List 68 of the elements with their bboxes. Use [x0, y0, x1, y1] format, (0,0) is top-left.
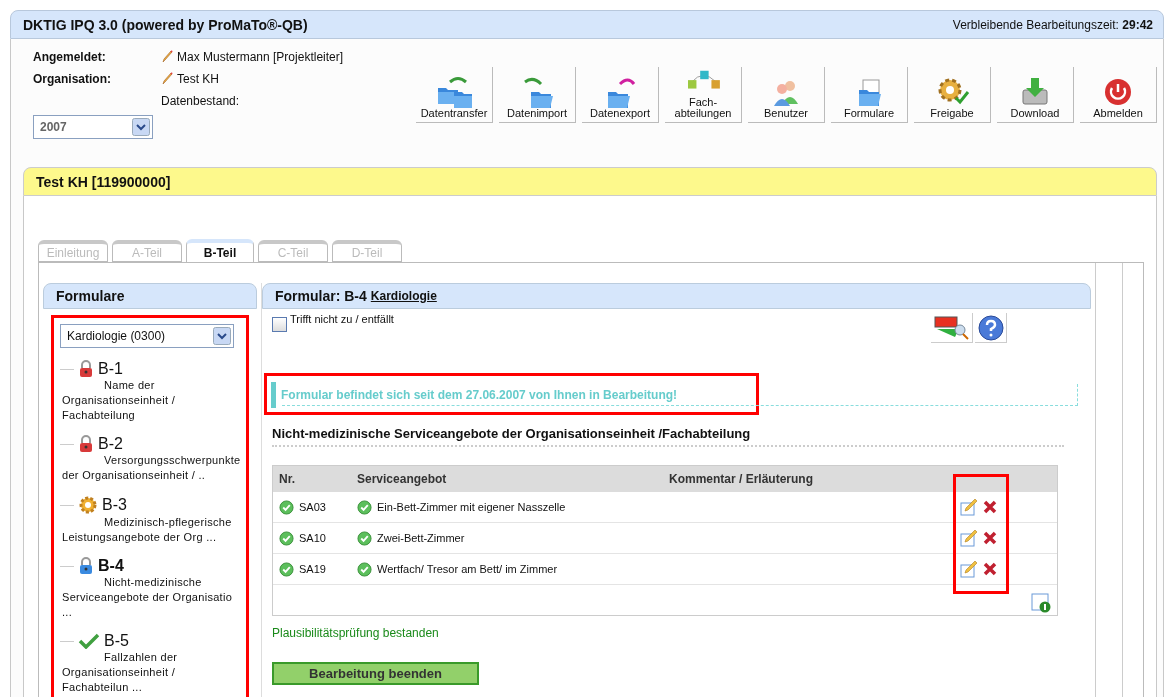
form-description: Fallzahlen der Organisationseinheit / Fachabteilun ... — [61, 650, 179, 695]
field-value: Test KH — [177, 72, 219, 86]
checkmark-icon — [78, 633, 100, 649]
table-cell: Wertfach/ Tresor am Bett/ im Zimmer — [377, 563, 558, 575]
field-label: Angemeldet: — [33, 50, 107, 64]
tab[interactable]: B-Teil — [186, 239, 254, 262]
delete-icon[interactable] — [983, 531, 997, 545]
toolbar-button[interactable]: Freigabe — [914, 67, 991, 123]
pencil-icon — [161, 72, 173, 86]
organization-title: Test KH [119900000] — [36, 173, 171, 190]
table-cell: SA10 — [299, 532, 326, 544]
toolbar-button[interactable]: Datenexport — [582, 67, 659, 123]
form-description: Medizinisch-pflegerische Leistungsangebote der Org ... — [61, 515, 233, 545]
toolbar-button[interactable]: Download — [997, 67, 1074, 123]
validation-message: Plausibilitätsprüfung bestanden — [272, 626, 440, 640]
checkbox-label: Trifft nicht zu / entfällt — [290, 313, 394, 325]
check-circle-icon — [357, 530, 372, 546]
form-code[interactable]: B-3 — [102, 496, 127, 514]
form-description: Versorgungsschwerpunkte der Organisationseinheit / .. — [61, 453, 240, 483]
check-circle-icon — [279, 530, 294, 546]
form-code[interactable]: B-5 — [104, 632, 129, 650]
toolbar-button[interactable]: Datentransfer — [416, 67, 493, 123]
lock-icon — [78, 557, 94, 575]
lock-icon — [78, 435, 94, 453]
toolbar-button[interactable]: Abmelden — [1080, 67, 1157, 123]
year-select[interactable]: 2007 — [33, 115, 153, 139]
finish-editing-button[interactable]: Bearbeitung beenden — [272, 662, 479, 685]
pdf-preview-button[interactable] — [931, 313, 973, 343]
form-description: Name der Organisationseinheit / Fachabteilung — [61, 378, 176, 423]
toolbar-button[interactable]: Benutzer — [748, 67, 825, 123]
table-cell: SA19 — [299, 563, 326, 575]
form-description: Nicht-medizinische Serviceangebote der Organisatio ... — [61, 575, 234, 620]
check-circle-icon — [357, 561, 372, 577]
folders-icon — [436, 76, 472, 108]
department-select[interactable]: Kardiologie (0300) — [60, 324, 234, 348]
table-cell: SA03 — [299, 501, 326, 513]
form-code[interactable]: B-1 — [98, 360, 123, 378]
column-header: Kommentar / Erläuterung — [669, 472, 815, 486]
table-cell: Zwei-Bett-Zimmer — [377, 532, 465, 544]
check-circle-icon — [279, 561, 294, 577]
panel-title: Formulare — [56, 288, 125, 304]
toolbar-button[interactable]: Fach- abteilungen — [665, 67, 742, 123]
delete-icon[interactable] — [983, 500, 997, 514]
checkbox[interactable] — [272, 317, 287, 332]
form-code[interactable]: B-2 — [98, 435, 123, 453]
lock-icon — [78, 360, 94, 378]
gear-icon — [78, 495, 98, 515]
remaining-time: Verbleibende Bearbeitungszeit: 29:42 — [952, 17, 1153, 32]
column-header: Nr. — [279, 472, 296, 486]
window-title: DKTIG IPQ 3.0 (powered by ProMaTo®-QB) — [23, 16, 308, 33]
column-header: Serviceangebot — [357, 472, 448, 486]
dataset-label: Datenbestand: — [161, 94, 240, 108]
pencil-icon — [161, 50, 173, 64]
delete-icon[interactable] — [983, 562, 997, 576]
field-value: Max Mustermann [Projektleiter] — [177, 50, 344, 64]
toolbar-button[interactable]: Formulare — [831, 67, 908, 123]
add-entry-icon[interactable] — [1031, 593, 1051, 613]
check-circle-icon — [357, 499, 372, 515]
check-circle-icon — [279, 499, 294, 515]
department-link[interactable]: Kardiologie — [370, 289, 437, 303]
form-code[interactable]: B-4 — [98, 557, 124, 575]
section-title: Nicht-medizinische Serviceangebote der Organisationseinheit /Fachabteilung — [272, 426, 1064, 447]
field-label: Organisation: — [33, 72, 112, 86]
status-notice: Formular befindet sich seit dem 27.06.2007 von Ihnen in Bearbeitung! — [271, 382, 756, 408]
toolbar-button[interactable]: Datenimport — [499, 67, 576, 123]
table-cell: Ein-Bett-Zimmer mit eigener Nasszelle — [377, 501, 566, 513]
help-button[interactable] — [975, 313, 1007, 343]
form-title: Formular: B-4 — [275, 288, 367, 304]
